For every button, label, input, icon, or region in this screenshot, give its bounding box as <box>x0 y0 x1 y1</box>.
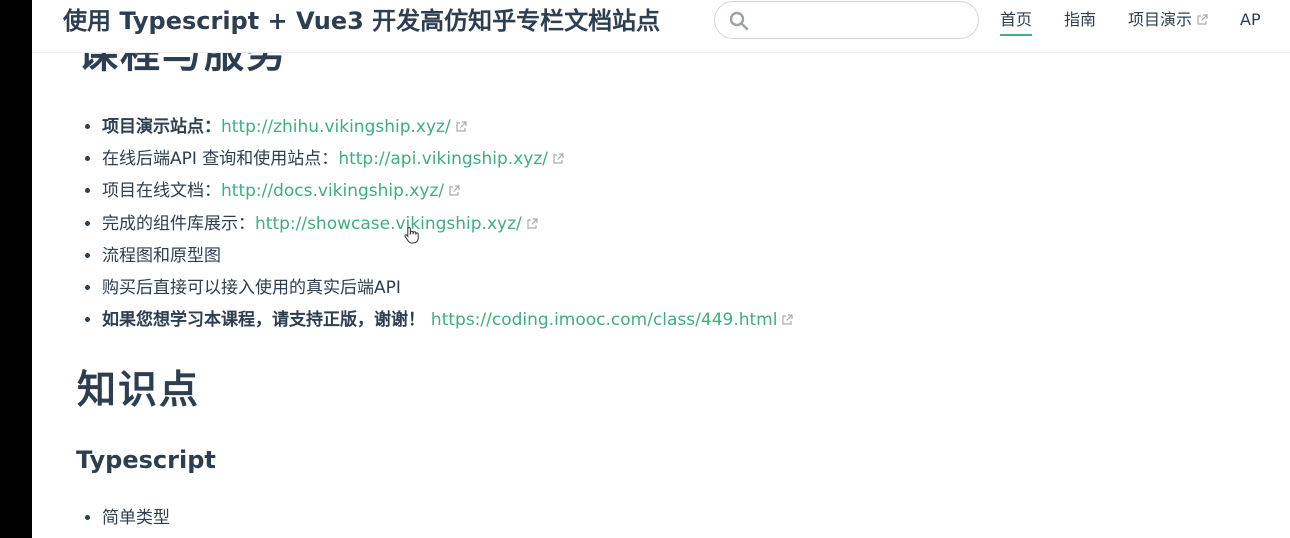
external-link-icon <box>527 218 538 229</box>
list-item-label: 在线后端API 查询和使用站点： <box>102 149 339 170</box>
list-item: 完成的组件库展示：http://showcase.vikingship.xyz/ <box>102 208 793 240</box>
list-item: 购买后直接可以接入使用的真实后端API <box>102 272 793 304</box>
typescript-topic-list: 简单类型 <box>80 502 170 534</box>
docs-site-link[interactable]: http://docs.vikingship.xyz/ <box>221 181 444 201</box>
list-item-label: 完成的组件库展示： <box>102 213 255 234</box>
external-link-icon <box>1197 14 1208 25</box>
list-item: 流程图和原型图 <box>102 240 793 272</box>
site-title[interactable]: 使用 Typescript + Vue3 开发高仿知乎专栏文档站点 <box>63 6 660 36</box>
external-link-icon <box>456 121 467 132</box>
nav-item-api[interactable]: AP <box>1240 9 1261 31</box>
typescript-heading: Typescript <box>76 446 216 474</box>
list-item: 如果您想学习本课程，请支持正版，谢谢！ https://coding.imooc… <box>102 304 794 336</box>
knowledge-heading: 知识点 <box>77 368 201 413</box>
list-item-label: 流程图和原型图 <box>102 245 221 266</box>
nav-links: 首页 指南 项目演示 AP <box>1000 9 1290 36</box>
page-content: 课程与服务 项目演示站点：http://zhihu.vikingship.xyz… <box>32 0 1290 538</box>
list-item: 项目在线文档：http://docs.vikingship.xyz/ <box>102 175 793 207</box>
external-link-icon <box>449 185 460 197</box>
external-link-icon <box>782 314 794 325</box>
hand-cursor-icon <box>404 226 419 244</box>
list-item: 在线后端API 查询和使用站点：http://api.vikingship.xy… <box>102 143 793 175</box>
course-purchase-link[interactable]: https://coding.imooc.com/class/449.html <box>431 310 778 330</box>
nav-item-guide[interactable]: 指南 <box>1064 9 1096 31</box>
nav-item-demo[interactable]: 项目演示 <box>1128 9 1208 31</box>
demo-site-link[interactable]: http://zhihu.vikingship.xyz/ <box>221 117 451 137</box>
showcase-site-link[interactable]: http://showcase.vikingship.xyz/ <box>255 214 522 234</box>
external-link-icon <box>553 153 564 164</box>
list-item-label: 如果您想学习本课程，请支持正版，谢谢！ <box>102 310 431 331</box>
top-navbar: 使用 Typescript + Vue3 开发高仿知乎专栏文档站点 首页 指南 … <box>32 0 1290 53</box>
list-item: 项目演示站点：http://zhihu.vikingship.xyz/ <box>102 111 793 143</box>
list-item: 简单类型 <box>102 502 170 534</box>
api-site-link[interactable]: http://api.vikingship.xyz/ <box>338 149 548 169</box>
list-item-label: 项目在线文档： <box>102 181 221 202</box>
resource-list: 项目演示站点：http://zhihu.vikingship.xyz/ 在线后端… <box>80 111 794 336</box>
nav-item-home[interactable]: 首页 <box>1000 9 1033 36</box>
list-item-label: 项目演示站点： <box>102 117 221 137</box>
search-icon <box>729 11 749 31</box>
list-item-label: 购买后直接可以接入使用的真实后端API <box>102 278 401 299</box>
left-black-strip <box>0 0 32 538</box>
search-input[interactable] <box>714 1 979 39</box>
